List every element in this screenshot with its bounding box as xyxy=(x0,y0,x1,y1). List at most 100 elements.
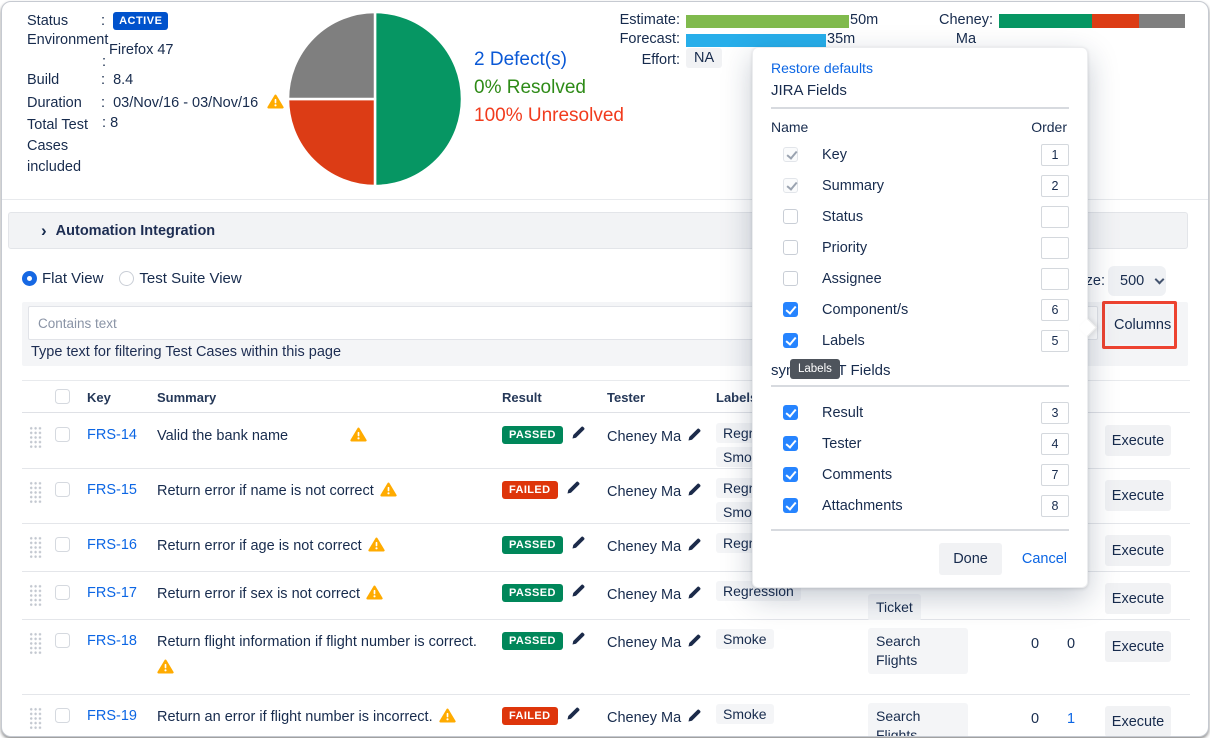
field-order-input[interactable]: 1 xyxy=(1041,144,1069,166)
result-badge: FAILED xyxy=(502,481,558,499)
field-label: Assignee xyxy=(822,271,1041,287)
drag-handle[interactable] xyxy=(29,707,42,730)
cancel-link[interactable]: Cancel xyxy=(1022,551,1067,567)
field-checkbox[interactable] xyxy=(783,498,798,513)
field-checkbox[interactable] xyxy=(783,302,798,317)
row-checkbox[interactable] xyxy=(55,427,70,442)
automation-integration-title: Automation Integration xyxy=(56,223,216,239)
col-header-result[interactable]: Result xyxy=(502,390,542,405)
field-checkbox[interactable] xyxy=(783,271,798,286)
page-size-select[interactable]: 500 xyxy=(1108,266,1166,296)
drag-handle[interactable] xyxy=(29,426,42,449)
field-checkbox[interactable] xyxy=(783,467,798,482)
edit-tester-pencil-icon[interactable] xyxy=(687,633,702,652)
field-checkbox[interactable] xyxy=(783,333,798,348)
field-order-input[interactable]: 8 xyxy=(1041,495,1069,517)
result-cell: PASSED xyxy=(502,583,586,602)
field-order-input[interactable]: 5 xyxy=(1041,330,1069,352)
field-order-input[interactable]: 6 xyxy=(1041,299,1069,321)
drag-handle[interactable] xyxy=(29,584,42,607)
field-order-input[interactable]: 4 xyxy=(1041,433,1069,455)
field-item-result: Result3 xyxy=(771,397,1069,428)
field-order-input[interactable]: 7 xyxy=(1041,464,1069,486)
field-checkbox[interactable] xyxy=(783,436,798,451)
field-checkbox[interactable] xyxy=(783,405,798,420)
field-checkbox xyxy=(783,147,798,162)
duration-label: Duration xyxy=(27,95,101,111)
build-label: Build xyxy=(27,72,101,88)
row-checkbox[interactable] xyxy=(55,708,70,723)
execute-button[interactable]: Execute xyxy=(1105,425,1171,456)
edit-result-pencil-icon[interactable] xyxy=(571,631,586,650)
field-checkbox[interactable] xyxy=(783,240,798,255)
test-case-key-link[interactable]: FRS-15 xyxy=(87,482,137,498)
drag-handle[interactable] xyxy=(29,481,42,504)
done-button[interactable]: Done xyxy=(939,543,1002,575)
summary-text: Return an error if flight number is inco… xyxy=(157,709,433,725)
synapse-fields-title: synapseRT Fields Labels xyxy=(771,362,1069,379)
edit-result-pencil-icon[interactable] xyxy=(571,583,586,602)
execute-button[interactable]: Execute xyxy=(1105,535,1171,566)
edit-result-pencil-icon[interactable] xyxy=(566,480,581,499)
test-case-key-link[interactable]: FRS-17 xyxy=(87,585,137,601)
attachments-count[interactable]: 1 xyxy=(1060,711,1082,727)
columns-button[interactable]: Columns xyxy=(1108,306,1171,344)
field-order-input[interactable]: 2 xyxy=(1041,175,1069,197)
edit-tester-pencil-icon[interactable] xyxy=(687,427,702,446)
drag-handle[interactable] xyxy=(29,536,42,559)
field-item-priority: Priority xyxy=(771,232,1069,263)
bar-label: Forecast: xyxy=(592,31,680,47)
test-case-key-link[interactable]: FRS-14 xyxy=(87,427,137,443)
row-checkbox[interactable] xyxy=(55,633,70,648)
tester-name: Cheney Ma xyxy=(607,635,681,651)
edit-tester-pencil-icon[interactable] xyxy=(687,585,702,604)
col-header-key[interactable]: Key xyxy=(87,390,111,405)
edit-tester-pencil-icon[interactable] xyxy=(687,537,702,556)
columns-button-highlight: Columns xyxy=(1102,301,1177,349)
warning-icon xyxy=(439,708,456,730)
select-all-checkbox[interactable] xyxy=(55,389,70,404)
tester-cell: Cheney Ma xyxy=(607,633,702,652)
tester-name-line1: Cheney: xyxy=(935,11,997,30)
component-chip: Search Flights xyxy=(868,628,968,674)
test-case-key-link[interactable]: FRS-18 xyxy=(87,633,137,649)
tester-stacked-bar xyxy=(999,14,1185,28)
col-header-tester[interactable]: Tester xyxy=(607,390,645,405)
edit-tester-pencil-icon[interactable] xyxy=(687,482,702,501)
execute-button[interactable]: Execute xyxy=(1105,706,1171,737)
col-header-labels[interactable]: Labels xyxy=(716,390,757,405)
field-label: Tester xyxy=(822,436,1041,452)
field-order-input[interactable] xyxy=(1041,206,1069,228)
row-checkbox[interactable] xyxy=(55,585,70,600)
colon: : xyxy=(101,95,105,111)
tester-cell: Cheney Ma xyxy=(607,708,702,727)
field-order-input[interactable] xyxy=(1041,268,1069,290)
field-item-summary: Summary2 xyxy=(771,170,1069,201)
execute-button[interactable]: Execute xyxy=(1105,480,1171,511)
colon: : xyxy=(101,13,105,29)
edit-result-pencil-icon[interactable] xyxy=(566,706,581,725)
flat-view-radio[interactable] xyxy=(22,271,37,286)
execute-button[interactable]: Execute xyxy=(1105,583,1171,614)
field-checkbox[interactable] xyxy=(783,209,798,224)
execution-pie xyxy=(285,9,465,189)
row-checkbox[interactable] xyxy=(55,537,70,552)
field-order-input[interactable]: 3 xyxy=(1041,402,1069,424)
drag-handle[interactable] xyxy=(29,632,42,655)
summary-cell: Return flight information if flight numb… xyxy=(157,632,497,681)
tester-name: Cheney Ma xyxy=(607,710,681,726)
test-case-key-link[interactable]: FRS-16 xyxy=(87,537,137,553)
tester-cell: Cheney Ma xyxy=(607,537,702,556)
col-header-summary[interactable]: Summary xyxy=(157,390,216,405)
execute-button[interactable]: Execute xyxy=(1105,631,1171,662)
name-header: Name xyxy=(771,119,808,135)
tester-name: Cheney Ma xyxy=(607,429,681,445)
test-case-key-link[interactable]: FRS-19 xyxy=(87,708,137,724)
test-suite-view-radio[interactable] xyxy=(119,271,134,286)
field-order-input[interactable] xyxy=(1041,237,1069,259)
edit-result-pencil-icon[interactable] xyxy=(571,535,586,554)
restore-defaults-link[interactable]: Restore defaults xyxy=(771,60,1069,76)
edit-tester-pencil-icon[interactable] xyxy=(687,708,702,727)
edit-result-pencil-icon[interactable] xyxy=(571,425,586,444)
row-checkbox[interactable] xyxy=(55,482,70,497)
